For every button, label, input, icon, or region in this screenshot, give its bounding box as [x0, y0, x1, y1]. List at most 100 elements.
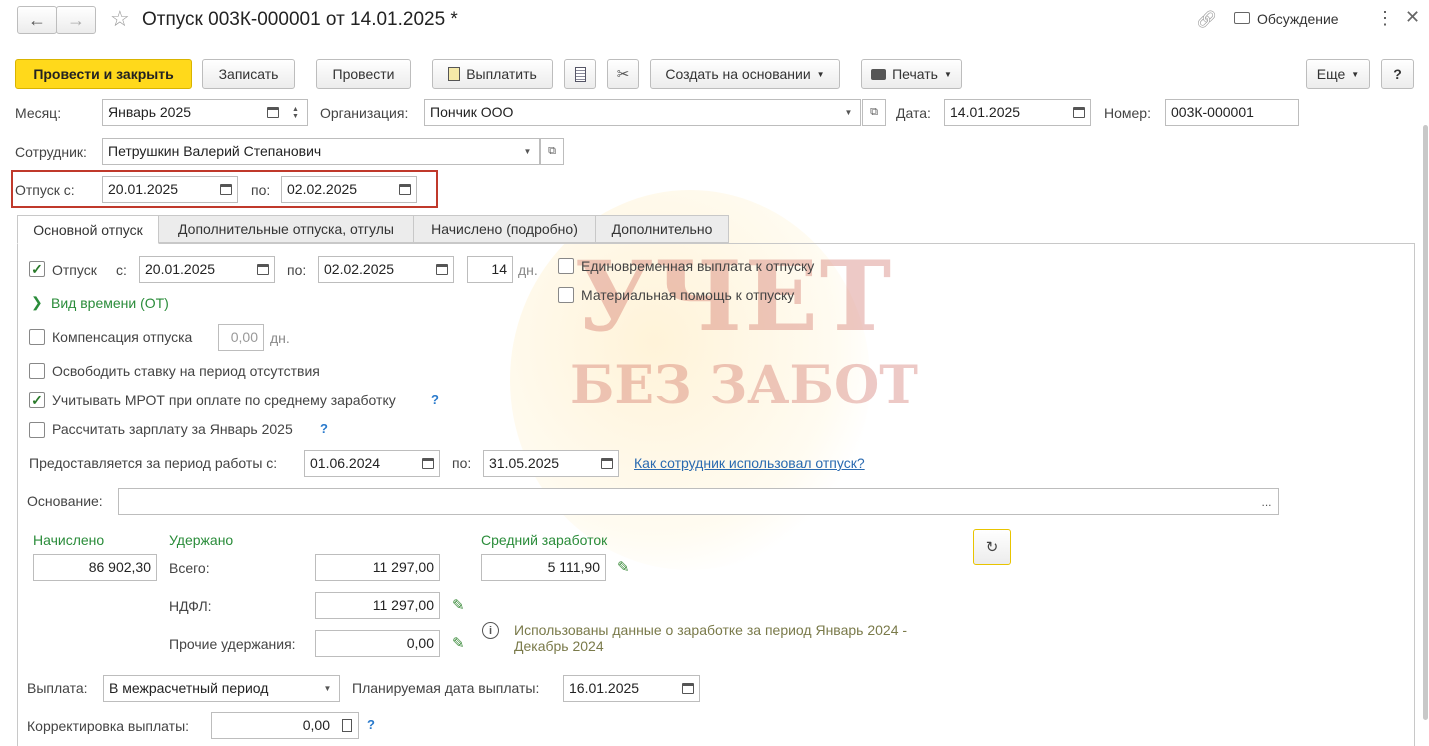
refresh-button[interactable]: ↻	[973, 529, 1011, 565]
calendar-icon	[398, 184, 411, 195]
link-icon[interactable]: 🔗︎	[1196, 10, 1218, 30]
avg-earnings-field[interactable]: 5 111,90	[481, 554, 606, 581]
withheld-label: Удержано	[169, 532, 234, 548]
close-icon[interactable]: ✕	[1405, 7, 1420, 28]
days-unit: дн.	[518, 262, 538, 278]
employee-label: Сотрудник:	[15, 144, 87, 160]
help-button[interactable]: ?	[1381, 59, 1414, 89]
from-field[interactable]: 20.01.2025	[139, 256, 252, 283]
tab-additional-vacations[interactable]: Дополнительные отпуска, отгулы	[158, 215, 414, 243]
pay-button[interactable]: Выплатить	[432, 59, 553, 89]
planned-date-field[interactable]: 16.01.2025	[563, 675, 677, 702]
correction-calc-button[interactable]	[335, 712, 359, 739]
planned-date-calendar-button[interactable]	[676, 675, 700, 702]
work-period-from-calendar-button[interactable]	[416, 450, 440, 477]
organization-field[interactable]: Пончик ООО	[424, 99, 838, 126]
tab-additional[interactable]: Дополнительно	[595, 215, 729, 243]
pay-label: Выплатить	[466, 66, 537, 82]
mrot-help-icon[interactable]: ?	[431, 392, 439, 407]
work-period-to-calendar-button[interactable]	[595, 450, 619, 477]
compensation-unit: дн.	[270, 330, 290, 346]
calendar-icon	[219, 184, 232, 195]
vacation-to-field[interactable]: 02.02.2025	[281, 176, 394, 203]
forward-button[interactable]: →	[56, 6, 96, 34]
employee-open-button[interactable]: ⧉	[540, 138, 564, 165]
more-label: Еще	[1316, 66, 1346, 82]
tab-accrued-details[interactable]: Начислено (подробно)	[413, 215, 596, 243]
journal-button[interactable]	[564, 59, 596, 89]
material-aid-label: Материальная помощь к отпуску	[581, 287, 795, 303]
pay-icon	[448, 67, 461, 81]
calendar-icon	[600, 458, 613, 469]
vertical-scrollbar[interactable]	[1423, 125, 1428, 720]
page-title: Отпуск 003К-000001 от 14.01.2025 *	[142, 9, 458, 30]
calc-salary-help-icon[interactable]: ?	[320, 421, 328, 436]
attach-button[interactable]: ✂	[607, 59, 639, 89]
vacation-from-calendar-button[interactable]	[214, 176, 238, 203]
more-button[interactable]: Еще ▼	[1306, 59, 1370, 89]
basis-field[interactable]	[118, 488, 1256, 515]
calc-salary-checkbox[interactable]	[29, 422, 45, 438]
work-period-from-field[interactable]: 01.06.2024	[304, 450, 417, 477]
ndfl-field[interactable]: 11 297,00	[315, 592, 440, 619]
mrot-checkbox[interactable]: ✓	[29, 392, 45, 408]
material-aid-checkbox[interactable]	[558, 287, 574, 303]
back-button[interactable]: ←	[17, 6, 57, 34]
number-label: Номер:	[1104, 105, 1151, 121]
more-vert-icon[interactable]: ⋮	[1376, 8, 1394, 29]
to-calendar-button[interactable]	[430, 256, 454, 283]
post-and-close-button[interactable]: Провести и закрыть	[15, 59, 192, 89]
payout-field[interactable]: В межрасчетный период	[103, 675, 317, 702]
total-field[interactable]: 11 297,00	[315, 554, 440, 581]
lump-sum-checkbox[interactable]	[558, 258, 574, 274]
days-field[interactable]: 14	[467, 256, 513, 283]
free-rate-checkbox[interactable]	[29, 363, 45, 379]
calendar-icon	[681, 683, 694, 694]
planned-date-label: Планируемая дата выплаты:	[352, 680, 540, 696]
vacation-usage-link[interactable]: Как сотрудник использовал отпуск?	[634, 455, 865, 471]
month-calendar-button[interactable]	[261, 99, 285, 126]
number-field[interactable]: 003К-000001	[1165, 99, 1299, 126]
date-calendar-button[interactable]	[1067, 99, 1091, 126]
save-button[interactable]: Записать	[202, 59, 295, 89]
tab-main-vacation[interactable]: Основной отпуск	[17, 215, 159, 244]
create-based-on-button[interactable]: Создать на основании ▼	[650, 59, 840, 89]
time-type-link[interactable]: Вид времени (ОТ)	[51, 295, 169, 311]
correction-help-icon[interactable]: ?	[367, 717, 375, 732]
employee-field[interactable]: Петрушкин Валерий Степанович	[102, 138, 517, 165]
discussion-icon[interactable]	[1234, 12, 1250, 24]
avg-earnings-edit-pencil-icon[interactable]: ✎	[617, 558, 630, 576]
work-period-label: Предоставляется за период работы с:	[29, 455, 278, 471]
post-button[interactable]: Провести	[316, 59, 411, 89]
discussion-button[interactable]: Обсуждение	[1257, 11, 1339, 27]
info-icon: i	[482, 622, 499, 639]
vacation-checkbox-label: Отпуск	[52, 262, 97, 278]
correction-field[interactable]: 0,00	[211, 712, 336, 739]
accrued-field[interactable]: 86 902,30	[33, 554, 157, 581]
date-field[interactable]: 14.01.2025	[944, 99, 1068, 126]
ndfl-edit-pencil-icon[interactable]: ✎	[452, 596, 465, 614]
other-deductions-field[interactable]: 0,00	[315, 630, 440, 657]
organization-dropdown-button[interactable]: ▼	[837, 99, 861, 126]
work-period-to-field[interactable]: 31.05.2025	[483, 450, 596, 477]
vacation-from-field[interactable]: 20.01.2025	[102, 176, 215, 203]
calendar-icon	[256, 264, 269, 275]
chevron-right-icon[interactable]: ❯	[31, 294, 43, 311]
print-button[interactable]: Печать ▼	[861, 59, 962, 89]
vacation-checkbox[interactable]: ✓	[29, 261, 45, 277]
month-field[interactable]: Январь 2025	[102, 99, 262, 126]
employee-dropdown-button[interactable]: ▼	[516, 138, 540, 165]
other-deductions-edit-pencil-icon[interactable]: ✎	[452, 634, 465, 652]
to-field[interactable]: 02.02.2025	[318, 256, 431, 283]
compensation-checkbox[interactable]	[29, 329, 45, 345]
payout-dropdown-button[interactable]: ▼	[316, 675, 340, 702]
compensation-field[interactable]: 0,00	[218, 324, 264, 351]
from-calendar-button[interactable]	[251, 256, 275, 283]
dropdown-arrow-icon: ▼	[844, 108, 853, 117]
organization-open-button[interactable]: ⧉	[862, 99, 886, 126]
info-text-line2: Декабрь 2024	[514, 638, 604, 654]
month-spinner[interactable]: ▲ ▼	[284, 99, 308, 126]
basis-select-button[interactable]: ...	[1255, 488, 1279, 515]
vacation-to-calendar-button[interactable]	[393, 176, 417, 203]
favorite-star-icon[interactable]: ☆	[110, 6, 130, 32]
